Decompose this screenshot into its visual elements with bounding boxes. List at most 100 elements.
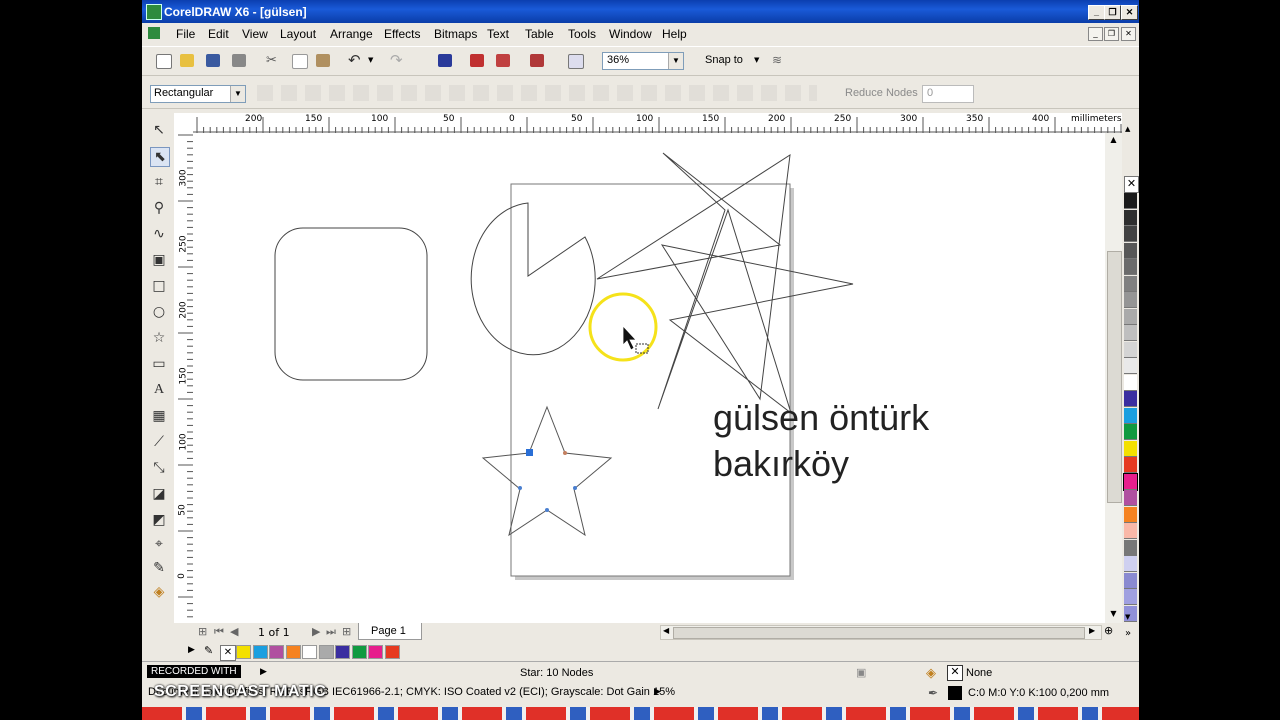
redo-icon[interactable]: ↷ [390, 53, 404, 68]
document-color-swatch[interactable] [285, 645, 301, 659]
menu-arrange[interactable]: Arrange [330, 27, 373, 41]
no-color-swatch[interactable]: ✕ [220, 645, 236, 661]
transparency-tool-icon[interactable]: ◩ [150, 511, 168, 529]
crop-tool-icon[interactable]: ⌗ [150, 173, 168, 191]
palette-swatch[interactable] [1124, 226, 1137, 242]
page-tab[interactable]: Page 1 [358, 623, 422, 640]
palette-swatch[interactable] [1123, 472, 1138, 491]
zoom-tool-icon[interactable]: ⚲ [150, 199, 168, 217]
table-tool-icon[interactable]: ▦ [150, 407, 168, 425]
palette-swatch[interactable] [1124, 341, 1137, 358]
palette-swatch[interactable] [1124, 556, 1137, 572]
menu-edit[interactable]: Edit [208, 27, 229, 41]
palette-swatch[interactable] [1124, 523, 1137, 539]
palette-swatch[interactable] [1124, 490, 1137, 506]
menu-bitmaps[interactable]: Bitmaps [434, 27, 477, 41]
eyedropper-icon[interactable]: ✎ [204, 644, 213, 657]
ellipse-tool-icon[interactable]: ○ [150, 303, 168, 321]
fill-none-swatch[interactable]: ✕ [947, 665, 963, 681]
color-bar-play-icon[interactable]: ▶ [188, 645, 195, 655]
vertical-scroll-thumb[interactable] [1107, 251, 1122, 503]
selection-mode-combo[interactable]: Rectangular ▼ [150, 85, 246, 103]
palette-swatch[interactable] [1124, 407, 1137, 424]
document-color-swatch[interactable] [368, 645, 383, 659]
pick-tool-icon[interactable]: ↖ [150, 121, 168, 139]
paste-icon[interactable] [316, 54, 330, 67]
palette-swatch[interactable] [1124, 506, 1137, 523]
document-color-swatch[interactable] [351, 645, 367, 659]
document-color-swatch[interactable] [318, 645, 334, 659]
palette-swatch[interactable] [1124, 589, 1137, 605]
document-color-swatch[interactable] [269, 645, 284, 659]
palette-swatch[interactable] [1124, 209, 1137, 226]
palette-swatch[interactable] [1124, 358, 1137, 374]
rounded-rectangle-shape[interactable] [274, 227, 428, 381]
palette-swatch[interactable] [1124, 325, 1137, 341]
scroll-down-icon[interactable]: ▼ [1107, 609, 1120, 621]
vertical-ruler[interactable]: 300 250 200 150 100 50 0 [174, 133, 194, 623]
document-color-swatch[interactable] [335, 645, 350, 659]
outline-pen-tool-icon[interactable]: ✎ [150, 559, 168, 577]
horizontal-ruler[interactable]: 200 150 100 50 0 50 100 150 200 250 300 … [193, 113, 1135, 134]
document-color-swatch[interactable] [236, 645, 251, 659]
freehand-tool-icon[interactable]: ∿ [150, 225, 168, 243]
palette-swatch[interactable] [1124, 292, 1137, 308]
reduce-nodes-input[interactable]: 0 [922, 85, 974, 103]
document-icon[interactable] [148, 27, 160, 39]
palette-swatch[interactable] [1124, 539, 1137, 556]
menu-text[interactable]: Text [487, 27, 509, 41]
first-page-icon[interactable]: ⏮ [214, 625, 224, 639]
snap-to-dropdown-icon[interactable]: ▼ [754, 54, 768, 67]
node-handle[interactable] [545, 508, 549, 512]
cut-icon[interactable]: ✂ [266, 54, 280, 67]
doc-restore-button[interactable]: ❐ [1104, 27, 1119, 41]
scroll-right-icon[interactable]: ▶ [1089, 626, 1095, 635]
palette-swatch[interactable] [1124, 424, 1137, 440]
zoom-level-combo[interactable]: 36% ▼ [602, 52, 684, 70]
open-icon[interactable] [180, 54, 194, 67]
last-page-icon[interactable]: ⏭ [326, 625, 336, 639]
node-handle[interactable] [573, 486, 577, 490]
palette-swatch[interactable] [1124, 259, 1137, 275]
horizontal-scroll-thumb[interactable] [673, 627, 1085, 639]
search-content-icon[interactable] [438, 54, 452, 67]
fill-tool-icon[interactable]: ◈ [150, 583, 168, 601]
artistic-text[interactable]: gülsen öntürk bakırköy [713, 395, 929, 487]
document-color-swatch[interactable] [252, 645, 268, 659]
snap-to-label[interactable]: Snap to [705, 54, 743, 66]
palette-flyout-icon[interactable]: » [1125, 628, 1131, 639]
palette-swatch[interactable] [1124, 275, 1137, 292]
chevron-down-icon[interactable]: ▼ [230, 86, 245, 102]
palette-scroll-down-icon[interactable]: ▼ [1125, 613, 1130, 621]
palette-swatch[interactable] [1124, 457, 1137, 473]
palette-swatch[interactable] [1124, 572, 1137, 589]
polygon-tool-icon[interactable]: ☆ [150, 329, 168, 347]
save-icon[interactable] [206, 54, 220, 67]
vertical-scrollbar[interactable]: ▲ ▼ [1105, 133, 1122, 623]
menu-table[interactable]: Table [525, 27, 554, 41]
dimension-tool-icon[interactable]: ⟋ [150, 433, 168, 451]
menu-file[interactable]: File [176, 27, 195, 41]
horizontal-scrollbar[interactable]: ◀ ▶ [660, 625, 1102, 640]
palette-swatch[interactable] [1124, 193, 1137, 209]
eyedropper-tool-icon[interactable]: ⌖ [150, 535, 168, 553]
smart-fill-tool-icon[interactable]: ▣ [150, 251, 168, 269]
minimize-button[interactable]: _ [1088, 5, 1105, 20]
palette-scroll-up-icon[interactable]: ▲ [1125, 125, 1130, 133]
menu-layout[interactable]: Layout [280, 27, 316, 41]
undo-icon[interactable]: ↶ [348, 53, 362, 68]
chevron-down-icon[interactable]: ▼ [668, 53, 683, 69]
menu-window[interactable]: Window [609, 27, 652, 41]
palette-swatch[interactable] [1124, 308, 1137, 325]
menu-help[interactable]: Help [662, 27, 687, 41]
add-page-end-icon[interactable]: ⊞ [342, 625, 351, 638]
copy-icon[interactable] [292, 54, 308, 69]
palette-swatch[interactable] [1124, 374, 1137, 391]
palette-swatch[interactable] [1124, 440, 1137, 457]
document-color-swatch[interactable] [302, 645, 317, 659]
blend-tool-icon[interactable]: ◪ [150, 485, 168, 503]
export-icon[interactable] [496, 54, 510, 67]
basic-shapes-tool-icon[interactable]: ▭ [150, 355, 168, 373]
zoom-navigator-icon[interactable]: ⊕ [1104, 624, 1113, 637]
document-color-swatch[interactable] [384, 645, 400, 659]
